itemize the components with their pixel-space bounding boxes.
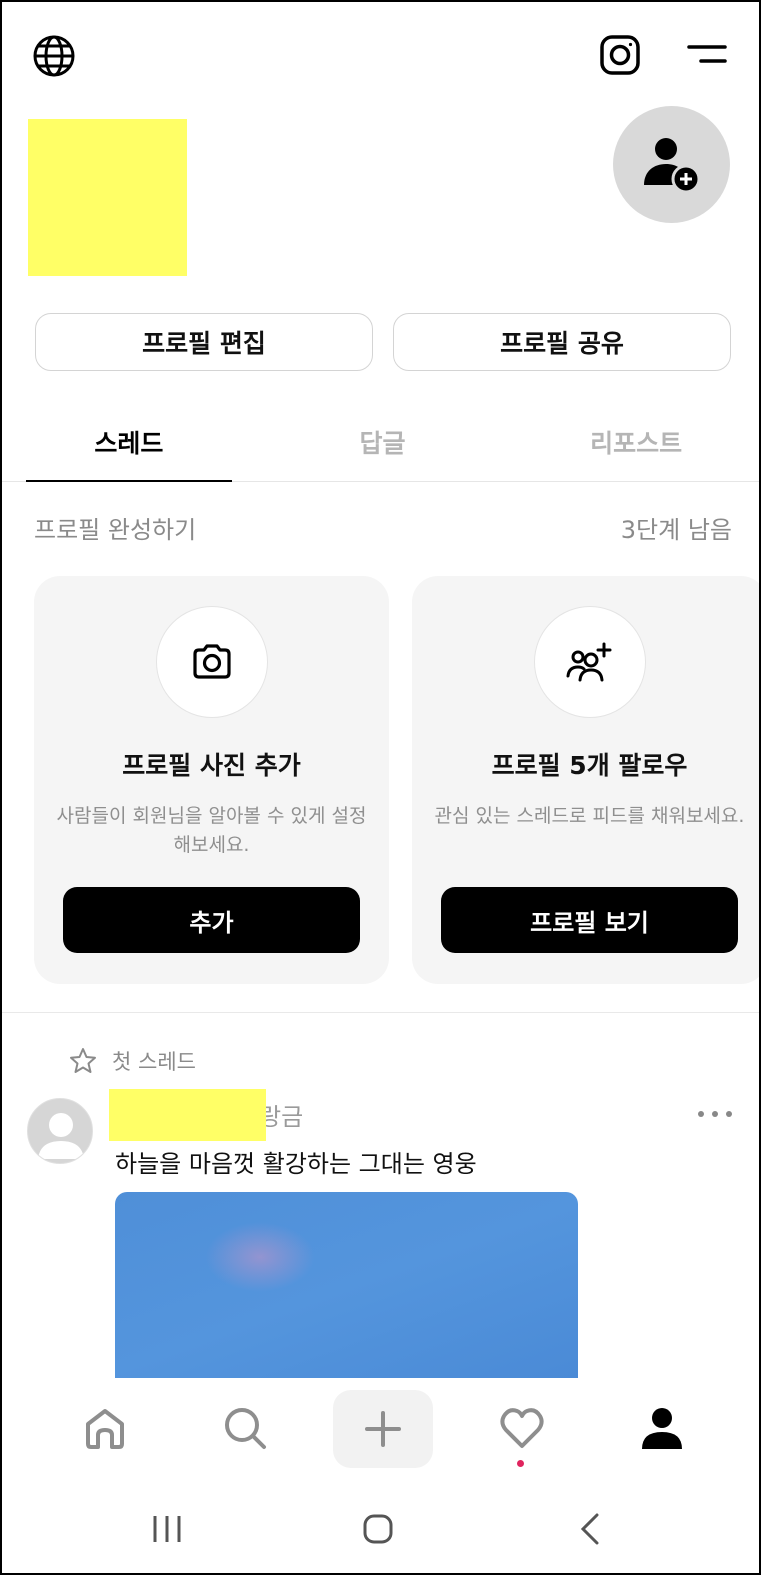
card-title: 프로필 사진 추가 (122, 751, 301, 780)
profile-tabs: 스레드 답글 리포스트 (2, 402, 759, 482)
instagram-icon[interactable] (595, 30, 645, 80)
edit-profile-button[interactable]: 프로필 편집 (35, 313, 373, 371)
plus-icon[interactable] (333, 1390, 433, 1468)
add-people-icon (534, 606, 646, 718)
post-image[interactable] (115, 1192, 578, 1382)
profile-name-redacted (28, 119, 187, 276)
card-description: 사람들이 회원님을 알아볼 수 있게 설정해보세요. (56, 805, 367, 856)
post-text: 하늘을 마음껏 활강하는 그대는 영웅 (115, 1150, 477, 1178)
card-description: 관심 있는 스레드로 피드를 채워보세요. (434, 805, 745, 827)
tab-replies[interactable]: 답글 (256, 402, 510, 481)
globe-icon[interactable] (30, 32, 78, 80)
default-avatar-icon (38, 1113, 84, 1159)
add-person-icon (643, 137, 700, 193)
profile-completion-header: 프로필 완성하기 3단계 남음 (34, 510, 732, 545)
add-photo-button[interactable]: 추가 (63, 887, 360, 953)
post-avatar[interactable] (27, 1098, 93, 1164)
app-screen: 프로필 편집 프로필 공유 스레드 답글 리포스트 프로필 완성하기 3단계 남… (0, 0, 761, 1575)
camera-icon (156, 606, 268, 718)
username-redacted (109, 1089, 266, 1141)
system-home-icon[interactable] (348, 1504, 408, 1554)
recent-apps-icon[interactable] (137, 1504, 197, 1554)
profile-action-row: 프로필 편집 프로필 공유 (35, 313, 731, 371)
bottom-navigation (2, 1378, 759, 1478)
tab-threads[interactable]: 스레드 (2, 402, 256, 482)
share-profile-button[interactable]: 프로필 공유 (393, 313, 731, 371)
back-icon[interactable] (560, 1504, 620, 1554)
search-icon[interactable] (207, 1378, 282, 1478)
system-navigation (2, 1482, 759, 1573)
menu-icon[interactable] (682, 34, 732, 74)
profile-icon[interactable] (624, 1378, 699, 1478)
completion-remaining: 3단계 남음 (620, 516, 732, 544)
star-icon (70, 1048, 96, 1073)
add-photo-card: 프로필 사진 추가 사람들이 회원님을 알아볼 수 있게 설정해보세요. 추가 (34, 576, 389, 984)
post-username[interactable]: 랑금 (109, 1089, 329, 1141)
top-bar (2, 2, 759, 102)
first-thread-text: 첫 스레드 (112, 1050, 196, 1074)
completion-cards: 프로필 사진 추가 사람들이 회원님을 알아볼 수 있게 설정해보세요. 추가 … (34, 576, 759, 984)
first-thread-label: 첫 스레드 (68, 1046, 196, 1076)
more-options-icon[interactable] (698, 1102, 732, 1126)
follow-profiles-card: 프로필 5개 팔로우 관심 있는 스레드로 피드를 채워보세요. 프로필 보기 (412, 576, 759, 984)
home-icon[interactable] (67, 1378, 142, 1478)
view-profiles-button[interactable]: 프로필 보기 (441, 887, 738, 953)
card-title: 프로필 5개 팔로우 (491, 751, 688, 780)
add-profile-photo-button[interactable] (613, 106, 730, 223)
section-divider (2, 1012, 759, 1013)
tab-reposts[interactable]: 리포스트 (509, 402, 759, 481)
notification-dot (517, 1460, 524, 1467)
completion-title: 프로필 완성하기 (34, 516, 197, 544)
